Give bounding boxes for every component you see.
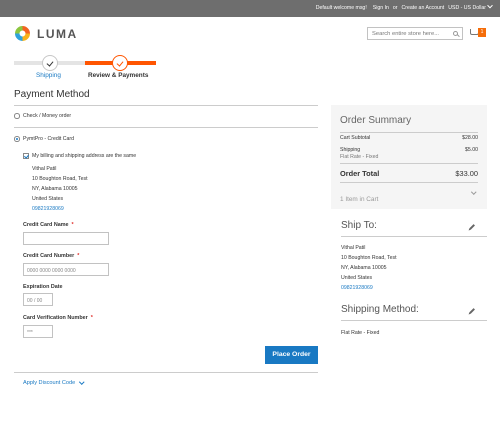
step-payment-marker	[112, 55, 128, 71]
divider	[14, 105, 318, 106]
billing-street: 10 Boughton Road, Test	[32, 176, 88, 182]
minicart-button[interactable]: 1	[470, 27, 488, 39]
cvv-label-text: Card Verification Number	[23, 315, 88, 321]
check-icon	[46, 58, 54, 67]
chevron-down-icon	[79, 378, 85, 384]
order-summary: Order Summary Cart Subtotal $28.00 Shipp…	[331, 105, 487, 209]
shipping-label: Shipping	[340, 147, 361, 153]
checkout-progress: Shipping Review & Payments	[14, 53, 156, 83]
chevron-down-icon	[487, 2, 493, 9]
ship-to-street: 10 Boughton Road, Test	[341, 255, 397, 261]
cvv-label: Card Verification Number *	[23, 315, 93, 321]
same-address-checkbox[interactable]	[23, 153, 29, 159]
divider	[340, 182, 478, 183]
divider	[341, 236, 487, 237]
apply-discount-toggle[interactable]: Apply Discount Code	[23, 378, 85, 386]
expiration-input[interactable]: 00 / 00	[23, 293, 53, 306]
expiration-label: Expiration Date	[23, 284, 63, 290]
ship-to-phone-link[interactable]: 09821928069	[341, 285, 373, 291]
required-marker: *	[90, 315, 93, 321]
billing-city: NY, Alabama 10005	[32, 186, 78, 192]
divider	[340, 163, 478, 164]
cart-subtotal-row: Cart Subtotal $28.00	[340, 135, 478, 141]
cc-number-label-text: Credit Card Number	[23, 253, 75, 259]
cart-subtotal-value: $28.00	[462, 135, 478, 141]
ship-to-country: United States	[341, 275, 373, 281]
shipping-method-note: Flat Rate - Fixed	[340, 154, 379, 160]
welcome-message: Default welcome msg!	[315, 5, 367, 11]
apply-discount-label: Apply Discount Code	[23, 380, 76, 386]
shipping-value: $5.00	[465, 147, 478, 153]
chevron-down-icon	[470, 189, 476, 195]
same-address-label[interactable]: My billing and shipping address are the …	[32, 153, 136, 159]
cc-number-placeholder: 0000 0000 0000 0000	[27, 267, 76, 274]
cc-name-label: Credit Card Name *	[23, 222, 74, 228]
or-text: or	[392, 5, 398, 11]
required-marker: *	[71, 222, 74, 228]
step-shipping-label[interactable]: Shipping	[36, 72, 61, 79]
order-total-value: $33.00	[455, 169, 478, 178]
luma-logo-icon	[15, 26, 30, 41]
billing-name: Vithal Patil	[32, 166, 57, 172]
ship-to-name: Vithal Patil	[341, 245, 366, 251]
credit-card-radio[interactable]	[14, 136, 20, 142]
ship-to-city: NY, Alabama 10005	[341, 265, 387, 271]
check-money-order-label[interactable]: Check / Money order	[23, 113, 71, 119]
divider	[14, 127, 318, 128]
cart-count-badge: 1	[478, 28, 486, 37]
check-money-order-radio[interactable]	[14, 113, 20, 119]
top-bar: Default welcome msg! Sign In or Create a…	[0, 0, 500, 17]
luma-logo[interactable]: LUMA	[14, 25, 78, 42]
pencil-icon[interactable]	[469, 224, 475, 230]
cc-number-input[interactable]: 0000 0000 0000 0000	[23, 263, 109, 276]
order-summary-title: Order Summary	[340, 115, 412, 126]
required-marker: *	[77, 253, 80, 259]
currency-switcher[interactable]: USD - US Dollar	[448, 2, 493, 11]
logo-text: LUMA	[37, 26, 78, 41]
order-total-row: Order Total $33.00	[340, 169, 478, 178]
step-payment-label: Review & Payments	[88, 72, 149, 79]
payment-method-heading: Payment Method	[14, 89, 90, 100]
create-account-link[interactable]: Create an Account	[402, 5, 445, 11]
search-placeholder: Search entire store here...	[372, 31, 440, 37]
cc-name-label-text: Credit Card Name	[23, 222, 69, 228]
search-icon[interactable]	[453, 31, 458, 36]
cart-subtotal-label: Cart Subtotal	[340, 135, 371, 141]
search-input[interactable]: Search entire store here...	[367, 27, 463, 40]
credit-card-label[interactable]: PymtPro - Credit Card	[23, 136, 74, 142]
divider	[341, 320, 487, 321]
divider	[340, 132, 478, 133]
shipping-method-value: Flat Rate - Fixed	[341, 330, 380, 336]
divider	[14, 372, 318, 373]
pencil-icon[interactable]	[469, 308, 475, 314]
sign-in-link[interactable]: Sign In	[373, 5, 389, 11]
check-icon	[116, 58, 124, 67]
items-in-cart-toggle[interactable]: 1 Item in Cart	[340, 188, 478, 203]
expiration-placeholder: 00 / 00	[27, 297, 43, 304]
items-in-cart-label: 1 Item in Cart	[340, 196, 379, 203]
step-shipping-marker[interactable]	[42, 55, 58, 71]
billing-country: United States	[32, 196, 64, 202]
header-links: Default welcome msg! Sign In or Create a…	[315, 2, 493, 11]
billing-phone-link[interactable]: 09821928069	[32, 206, 64, 212]
ship-to-heading: Ship To:	[341, 220, 377, 231]
cvv-input[interactable]: ***	[23, 325, 53, 338]
cvv-placeholder: ***	[27, 329, 33, 336]
place-order-button[interactable]: Place Order	[265, 346, 318, 364]
currency-label: USD - US Dollar	[448, 5, 486, 11]
cc-number-label: Credit Card Number *	[23, 253, 79, 259]
shipping-method-heading: Shipping Method:	[341, 304, 419, 315]
order-total-label: Order Total	[340, 169, 380, 178]
shipping-row: Shipping $5.00	[340, 147, 478, 153]
cc-name-input[interactable]	[23, 232, 109, 245]
